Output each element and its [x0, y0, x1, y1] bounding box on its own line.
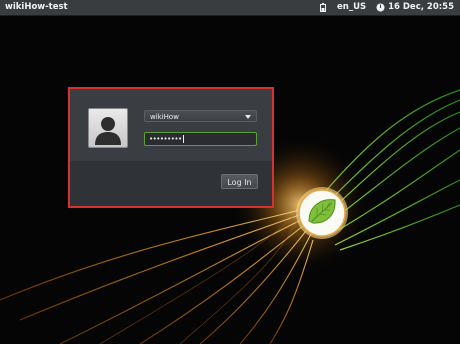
user-avatar	[88, 108, 128, 148]
login-dialog: wikiHow ••••••••• Log In	[68, 87, 274, 208]
system-tray: en_US 16 Dec, 20:55	[319, 0, 454, 15]
hostname-label: wikiHow-test	[5, 2, 68, 12]
keyboard-layout-indicator[interactable]: en_US	[337, 0, 366, 15]
distro-leaf-logo	[296, 187, 348, 239]
top-panel: wikiHow-test en_US 16 Dec, 20:55	[0, 0, 460, 16]
datetime-label: 16 Dec, 20:55	[388, 2, 454, 12]
username-value: wikiHow	[150, 113, 179, 121]
battery-icon[interactable]	[319, 3, 327, 12]
power-icon	[376, 3, 385, 12]
user-silhouette-icon	[95, 117, 121, 145]
password-input[interactable]: •••••••••	[144, 132, 257, 146]
datetime-indicator[interactable]: 16 Dec, 20:55	[376, 0, 454, 15]
text-caret	[182, 135, 184, 143]
password-mask: •••••••••	[149, 135, 182, 143]
username-select[interactable]: wikiHow	[144, 110, 257, 122]
chevron-down-icon	[245, 115, 251, 119]
login-button[interactable]: Log In	[221, 174, 258, 189]
